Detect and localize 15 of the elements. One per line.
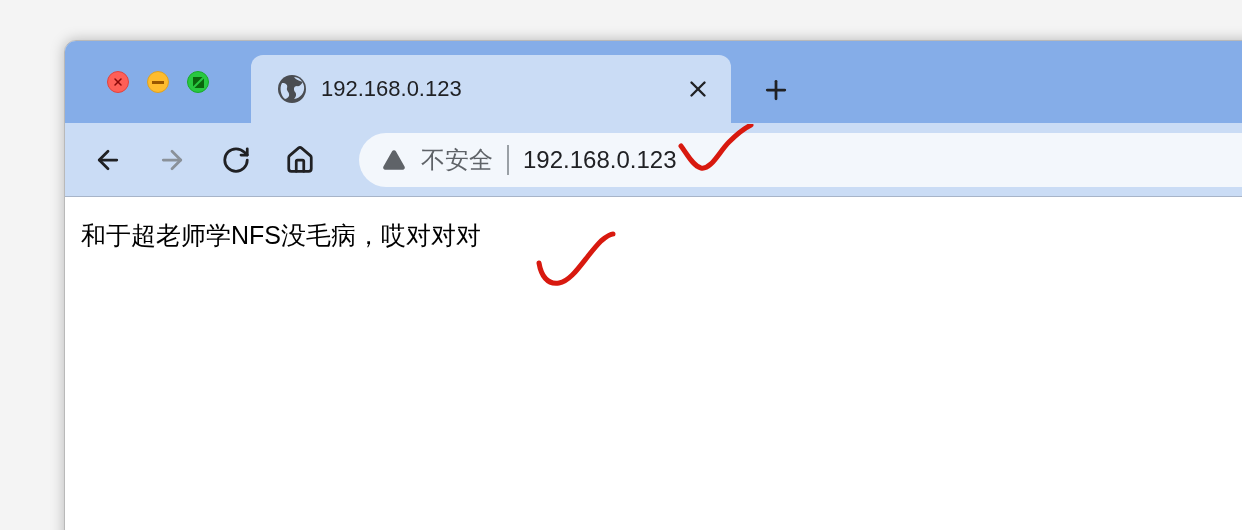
home-icon[interactable]: [285, 144, 315, 175]
minus-icon: [152, 80, 164, 84]
reload-icon[interactable]: [221, 144, 251, 175]
close-icon: [112, 76, 124, 88]
page-text: 和于超老师学NFS没毛病，哎对对对: [81, 220, 482, 251]
minimize-window-button[interactable]: [147, 71, 169, 93]
globe-icon: [277, 74, 307, 104]
url-text: 192.168.0.123: [523, 145, 677, 174]
tab-title: 192.168.0.123: [321, 76, 463, 102]
address-bar[interactable]: 不安全 192.168.0.123: [359, 132, 1242, 187]
security-label: 不安全: [421, 144, 493, 175]
fullscreen-icon: [192, 76, 204, 88]
close-window-button[interactable]: [107, 71, 129, 93]
browser-tab[interactable]: 192.168.0.123: [251, 55, 731, 123]
fullscreen-window-button[interactable]: [187, 71, 209, 93]
